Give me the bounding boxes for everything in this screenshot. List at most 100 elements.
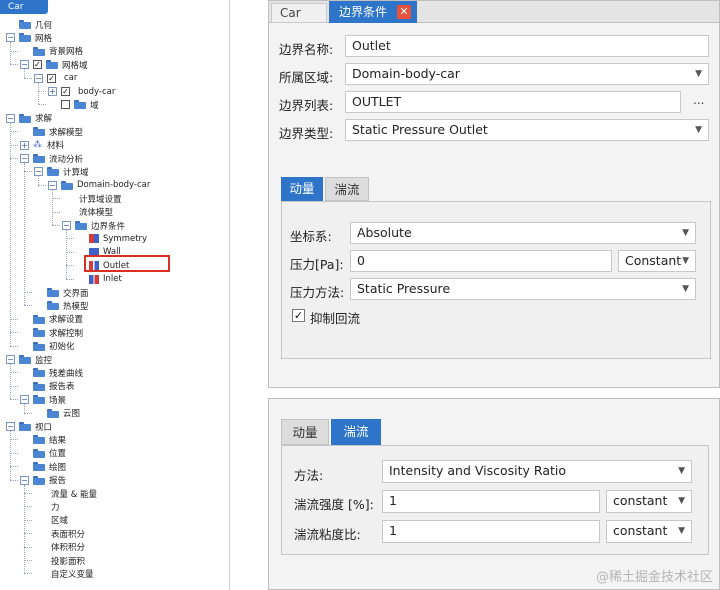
tree-checkbox[interactable]: ✓ xyxy=(61,87,70,96)
tree-item-node[interactable]: 绘图 xyxy=(20,460,66,473)
boundary-list-browse-button[interactable]: ... xyxy=(693,93,704,107)
tree-tab-car[interactable]: Car xyxy=(0,0,48,14)
folder-icon xyxy=(33,127,45,137)
pressure-mode-select[interactable]: Constant ▼ xyxy=(618,250,696,272)
tree-checkbox[interactable] xyxy=(61,100,70,110)
tree-item-node[interactable]: − 视口 xyxy=(6,420,52,433)
tree-item-node[interactable]: 结果 xyxy=(20,433,66,446)
tree-item-node[interactable]: 云图 xyxy=(34,407,80,420)
turbulence-intensity-mode-select[interactable]: constant ▼ xyxy=(606,490,692,513)
tree-item-node[interactable]: − 场景 xyxy=(20,393,66,406)
subtab-momentum[interactable]: 动量 xyxy=(281,177,323,201)
collapse-icon[interactable]: − xyxy=(6,113,15,123)
boundary-type-select[interactable]: Static Pressure Outlet ▼ xyxy=(345,119,709,141)
tree-item-label: 计算域设置 xyxy=(79,194,122,205)
tree-item-label: 报告表 xyxy=(49,382,75,393)
tree-item-node[interactable]: + ⁂ 材料 xyxy=(20,139,64,152)
pressure-input[interactable]: 0 xyxy=(350,250,612,272)
turbulence-method-select[interactable]: Intensity and Viscosity Ratio ▼ xyxy=(382,460,692,483)
tree-item-node[interactable]: − 报告 xyxy=(20,474,66,487)
tab-boundary-conditions[interactable]: 边界条件 ✕ xyxy=(329,1,417,23)
tree-item-label: 绘图 xyxy=(49,462,67,473)
folder-icon xyxy=(33,448,45,458)
folder-icon xyxy=(47,408,59,418)
collapse-icon[interactable]: − xyxy=(48,180,57,190)
tree-item-node[interactable]: 交界面 xyxy=(34,286,89,299)
tree-item-node[interactable]: − 监控 xyxy=(6,353,52,366)
tree-item-node[interactable]: 热模型 xyxy=(34,299,89,312)
collapse-icon[interactable]: − xyxy=(34,167,43,177)
tree-item-node[interactable]: 求解控制 xyxy=(20,326,83,339)
tree-item-car[interactable]: − ✓ car xyxy=(34,72,77,85)
tree-item-node[interactable]: − 求解 xyxy=(6,112,52,125)
suppress-backflow-checkbox[interactable]: ✓ xyxy=(292,309,305,322)
tree-item-node[interactable]: 投影面积 xyxy=(34,554,85,567)
tree-item-node[interactable]: 体积积分 xyxy=(34,541,85,554)
tree-item-node[interactable]: 区域 xyxy=(34,514,68,527)
tree-item-node[interactable]: 背景网格 xyxy=(20,45,83,58)
tree-item-node[interactable]: − 网格 xyxy=(6,31,52,44)
turbulence-intensity-input[interactable]: 1 xyxy=(382,490,600,513)
tree-item-node[interactable]: 求解设置 xyxy=(20,313,83,326)
tree-checkbox[interactable]: ✓ xyxy=(47,73,56,83)
collapse-icon[interactable]: − xyxy=(20,60,29,70)
turbulent-viscosity-ratio-mode-value: constant xyxy=(613,523,668,538)
collapse-icon[interactable]: − xyxy=(6,33,15,43)
boundary-list-input[interactable]: OUTLET xyxy=(345,91,681,113)
tree-item-label: 计算域 xyxy=(63,167,89,178)
expand-icon[interactable]: + xyxy=(20,140,29,150)
tree-item-label: 报告 xyxy=(49,476,67,487)
folder-icon xyxy=(33,314,45,324)
coordinate-system-label: 坐标系: xyxy=(290,229,332,244)
tree-item-node[interactable]: 力 xyxy=(34,500,60,513)
tree-item-node[interactable]: 初始化 xyxy=(20,340,75,353)
collapse-icon[interactable]: − xyxy=(20,395,29,405)
tree-item-label: 网格 xyxy=(35,33,53,44)
tree-item-inlet[interactable]: Inlet xyxy=(76,273,122,286)
tree-item-node[interactable]: 域 xyxy=(48,98,99,111)
collapse-icon[interactable]: − xyxy=(34,73,43,83)
collapse-icon[interactable]: − xyxy=(62,221,71,230)
folder-icon xyxy=(19,422,31,431)
tree-item-symmetry[interactable]: Symmetry xyxy=(76,232,147,245)
tree-item-node[interactable]: 自定义变量 xyxy=(34,567,94,580)
tree-item-node[interactable]: 计算域设置 xyxy=(62,192,122,205)
turbulent-viscosity-ratio-mode-select[interactable]: constant ▼ xyxy=(606,520,692,543)
tree-item-node[interactable]: − 流动分析 xyxy=(20,152,83,165)
region-select[interactable]: Domain-body-car ▼ xyxy=(345,63,709,85)
subtab-turbulence[interactable]: 湍流 xyxy=(331,419,381,445)
tree-connector xyxy=(52,225,60,226)
turbulent-viscosity-ratio-input[interactable]: 1 xyxy=(382,520,600,543)
close-icon[interactable]: ✕ xyxy=(397,5,411,19)
pressure-method-select[interactable]: Static Pressure ▼ xyxy=(350,278,696,300)
tree-item-label: 材料 xyxy=(47,141,65,152)
folder-icon xyxy=(75,221,87,230)
tree-item-node[interactable]: 几何 xyxy=(6,18,52,31)
chevron-down-icon: ▼ xyxy=(682,284,689,294)
boundary-name-input[interactable]: Outlet xyxy=(345,35,709,57)
collapse-icon[interactable]: − xyxy=(6,422,15,431)
collapse-icon[interactable]: − xyxy=(6,355,15,364)
tree-item-node[interactable]: 位置 xyxy=(20,447,66,460)
subtab-momentum[interactable]: 动量 xyxy=(281,419,329,445)
tree-connector xyxy=(24,573,32,575)
subtab-turbulence[interactable]: 湍流 xyxy=(325,177,369,201)
tree-item-node[interactable]: 流量 & 能量 xyxy=(34,487,97,500)
tree-item-node[interactable]: 求解模型 xyxy=(20,125,83,138)
collapse-icon[interactable]: − xyxy=(20,154,29,163)
collapse-icon[interactable]: − xyxy=(20,475,29,485)
tree-item-node[interactable]: 表面积分 xyxy=(34,527,85,540)
tree-item-node[interactable]: − 边界条件 xyxy=(62,219,125,232)
coordinate-system-select[interactable]: Absolute ▼ xyxy=(350,222,696,244)
tree-item-domain-body-car[interactable]: − Domain-body-car xyxy=(48,179,150,192)
tree-item-label: 自定义变量 xyxy=(51,569,94,580)
tree-item-node[interactable]: 流体模型 xyxy=(62,206,113,219)
tree-item-node[interactable]: − ✓ 网格域 xyxy=(20,58,88,71)
tree-checkbox[interactable]: ✓ xyxy=(33,60,42,70)
tree-item-node[interactable]: − 计算域 xyxy=(34,165,89,178)
tree-item-node[interactable]: 报告表 xyxy=(20,380,75,393)
tree-item-body-car[interactable]: + ✓ body-car xyxy=(48,85,115,98)
tree-item-node[interactable]: 残差曲线 xyxy=(20,366,83,379)
expand-icon[interactable]: + xyxy=(48,87,57,96)
tab-car[interactable]: Car xyxy=(271,3,327,23)
